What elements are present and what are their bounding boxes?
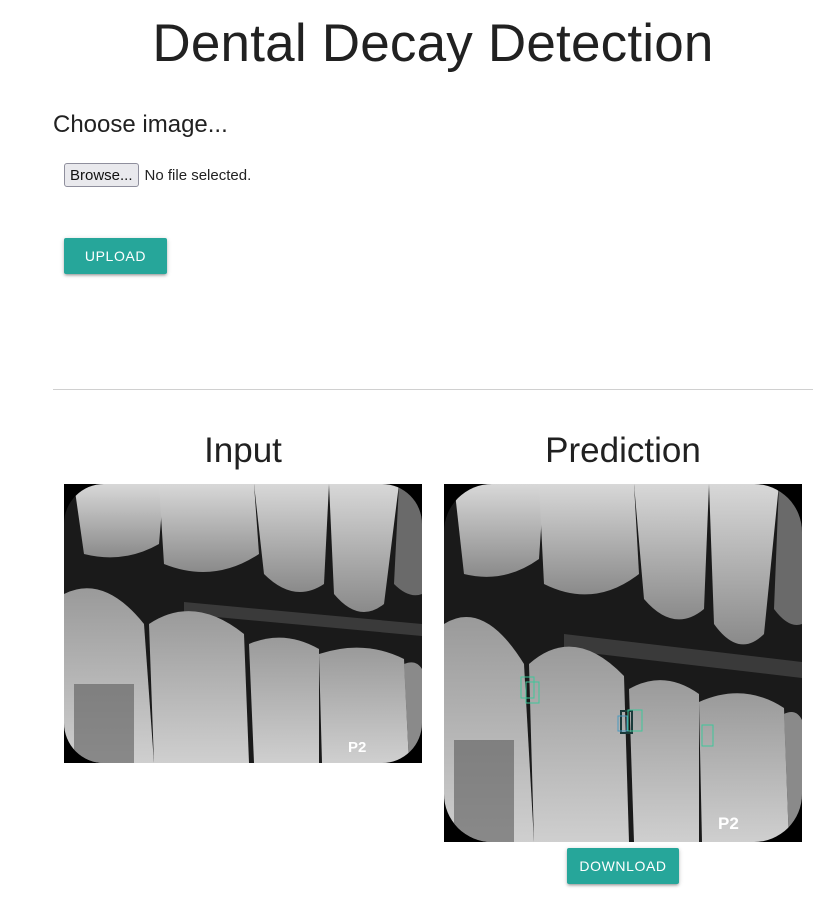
prediction-heading: Prediction	[545, 431, 701, 470]
input-heading: Input	[204, 431, 282, 470]
file-status-text: No file selected.	[144, 166, 252, 184]
prediction-xray-image: P2	[444, 484, 802, 842]
input-xray-image: P2	[64, 484, 422, 763]
prediction-image-marker: P2	[718, 814, 739, 833]
page-title: Dental Decay Detection	[152, 14, 714, 73]
choose-image-label: Choose image...	[53, 111, 228, 138]
download-button[interactable]: DOWNLOAD	[567, 848, 679, 884]
page: Dental Decay Detection Choose image... B…	[0, 0, 820, 900]
browse-button[interactable]: Browse...	[64, 163, 139, 187]
file-input[interactable]: Browse... No file selected.	[64, 163, 251, 187]
upload-button[interactable]: UPLOAD	[64, 238, 167, 274]
input-image-marker: P2	[348, 739, 366, 756]
section-divider	[53, 389, 813, 390]
